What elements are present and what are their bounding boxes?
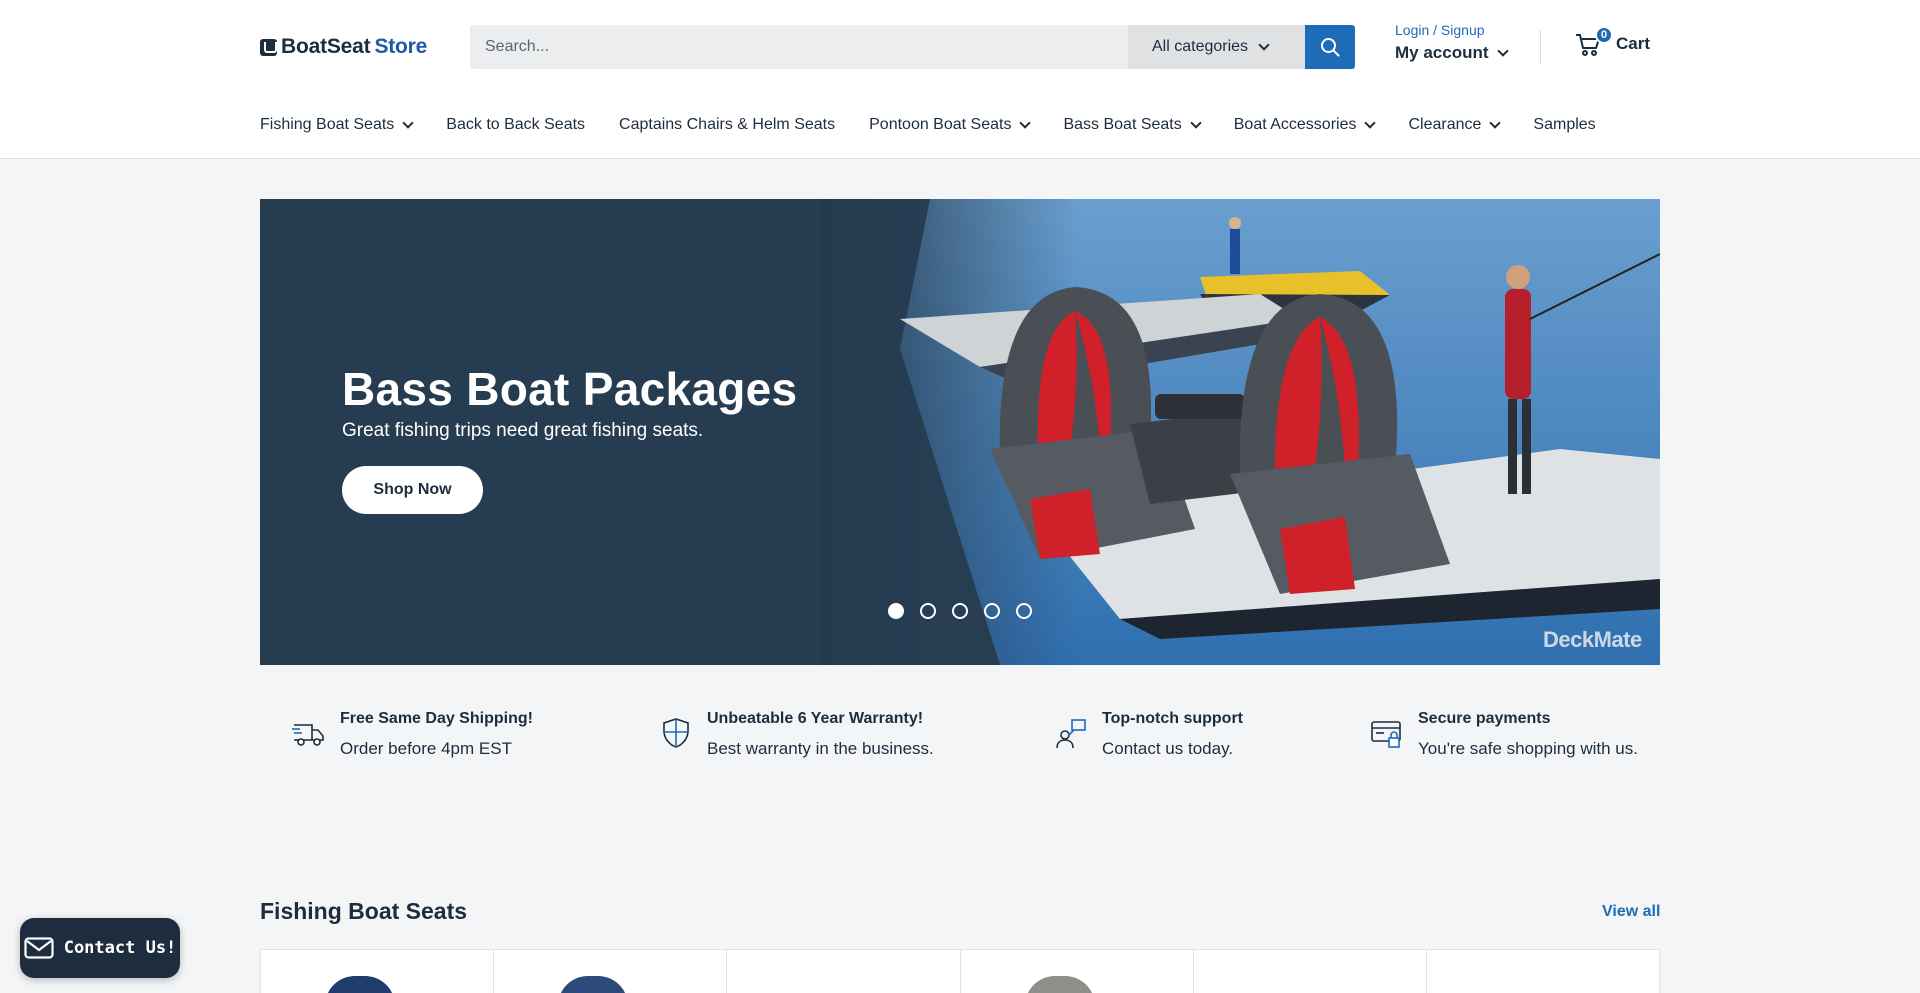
product-image <box>1024 976 1095 993</box>
logo-anchor-icon <box>260 38 277 56</box>
product-card[interactable] <box>961 950 1194 993</box>
cart-count-badge: 0 <box>1595 26 1613 44</box>
feature-text: Unbeatable 6 Year Warranty! Best warrant… <box>707 710 934 759</box>
nav-item-label: Boat Accessories <box>1233 116 1357 133</box>
site-header: BoatSeatStore All categories Login / Sig… <box>0 0 1920 159</box>
nav-item-back-to-back-seats[interactable]: Back to Back Seats <box>446 115 585 135</box>
product-card[interactable] <box>261 950 495 993</box>
shield-icon <box>663 718 689 748</box>
product-card[interactable] <box>1427 950 1659 993</box>
my-account-label: My account <box>1395 43 1489 62</box>
product-card[interactable] <box>727 950 961 993</box>
contact-us-label: Contact Us! <box>63 938 177 958</box>
section-title: Fishing Boat Seats <box>260 898 468 924</box>
cart-icon-wrap: 0 <box>1574 26 1613 58</box>
credit-card-lock-icon <box>1371 721 1401 748</box>
login-signup-link[interactable]: Login / Signup <box>1395 22 1507 38</box>
search-bar: All categories <box>470 25 1355 69</box>
slide-dot[interactable] <box>920 603 936 619</box>
chevron-down-icon <box>1190 117 1202 129</box>
feature-title: Free Same Day Shipping! <box>340 710 533 727</box>
hero-slideshow[interactable]: Bass Boat Packages Great fishing trips n… <box>260 199 1660 665</box>
product-image <box>325 976 395 993</box>
main-navigation: Fishing Boat Seats Back to Back Seats Ca… <box>260 115 1596 135</box>
search-button[interactable] <box>1305 25 1355 69</box>
category-select-value: All categories <box>1152 38 1249 55</box>
nav-item-captains-chairs[interactable]: Captains Chairs & Helm Seats <box>619 115 835 135</box>
feature-subtitle: You're safe shopping with us. <box>1418 739 1638 758</box>
features-bar: Free Same Day Shipping! Order before 4pm… <box>260 710 1660 770</box>
search-input[interactable] <box>470 25 1128 69</box>
logo-text-part2: Store <box>374 35 428 58</box>
product-card[interactable] <box>1194 950 1427 993</box>
product-grid <box>260 949 1660 993</box>
chevron-down-icon <box>402 117 414 129</box>
my-account-dropdown[interactable]: My account <box>1395 43 1509 63</box>
product-card[interactable] <box>494 950 728 993</box>
search-icon <box>1321 38 1340 57</box>
nav-item-label: Samples <box>1533 116 1596 133</box>
nav-item-pontoon-boat-seats[interactable]: Pontoon Boat Seats <box>869 115 1032 135</box>
cart-label: Cart <box>1616 34 1651 53</box>
feature-warranty: Unbeatable 6 Year Warranty! Best warrant… <box>659 710 934 759</box>
chevron-down-icon <box>1258 39 1270 51</box>
nav-item-label: Bass Boat Seats <box>1063 116 1182 133</box>
slide-dot[interactable] <box>952 603 968 619</box>
slideshow-pagination <box>888 603 1032 619</box>
chevron-down-icon <box>1364 117 1377 129</box>
feature-title: Secure payments <box>1418 710 1551 727</box>
truck-icon <box>292 724 324 746</box>
site-logo[interactable]: BoatSeat Store <box>260 33 427 61</box>
nav-item-fishing-boat-seats[interactable]: Fishing Boat Seats <box>260 115 414 135</box>
nav-item-label: Pontoon Boat Seats <box>869 116 1012 133</box>
product-image <box>558 976 629 993</box>
slide-dot[interactable] <box>1016 603 1032 619</box>
chevron-down-icon <box>1489 117 1502 129</box>
feature-text: Top-notch support Contact us today. <box>1102 710 1243 759</box>
shop-now-button[interactable]: Shop Now <box>342 466 483 514</box>
nav-item-clearance[interactable]: Clearance <box>1408 115 1502 135</box>
logo-text-part1: BoatSeat <box>281 35 371 58</box>
nav-item-label: Back to Back Seats <box>446 116 586 133</box>
feature-text: Secure payments You're safe shopping wit… <box>1418 710 1638 759</box>
feature-title: Unbeatable 6 Year Warranty! <box>707 710 924 727</box>
nav-item-bass-boat-seats[interactable]: Bass Boat Seats <box>1063 115 1202 135</box>
nav-item-label: Fishing Boat Seats <box>260 116 395 133</box>
feature-title: Top-notch support <box>1102 710 1243 727</box>
feature-text: Free Same Day Shipping! Order before 4pm… <box>340 710 533 759</box>
brand-watermark: DeckMate <box>1543 627 1642 652</box>
feature-subtitle: Order before 4pm EST <box>340 739 512 758</box>
hero-title: Bass Boat Packages <box>342 363 798 415</box>
cart-button[interactable]: 0 Cart <box>1574 26 1651 58</box>
category-select[interactable]: All categories <box>1128 25 1305 69</box>
view-all-link[interactable]: View all <box>1602 903 1660 921</box>
nav-item-samples[interactable]: Samples <box>1533 115 1595 135</box>
nav-item-label: Clearance <box>1408 116 1482 133</box>
header-divider <box>1540 30 1541 64</box>
chevron-down-icon <box>1496 45 1509 57</box>
support-icon <box>1056 719 1086 749</box>
contact-us-button[interactable]: Contact Us! <box>20 918 180 978</box>
feature-subtitle: Best warranty in the business. <box>707 739 934 758</box>
envelope-icon <box>24 937 54 959</box>
feature-subtitle: Contact us today. <box>1102 739 1234 758</box>
chevron-down-icon <box>1019 117 1032 129</box>
feature-shipping: Free Same Day Shipping! Order before 4pm… <box>292 710 533 759</box>
nav-item-boat-accessories[interactable]: Boat Accessories <box>1233 115 1377 135</box>
hero-subtitle: Great fishing trips need great fishing s… <box>342 420 704 441</box>
feature-secure-payments: Secure payments You're safe shopping wit… <box>1370 710 1638 759</box>
nav-item-label: Captains Chairs & Helm Seats <box>619 116 836 133</box>
feature-support: Top-notch support Contact us today. <box>1054 710 1243 759</box>
slide-dot[interactable] <box>984 603 1000 619</box>
slide-dot[interactable] <box>888 603 904 619</box>
account-menu: Login / Signup My account <box>1395 22 1509 63</box>
